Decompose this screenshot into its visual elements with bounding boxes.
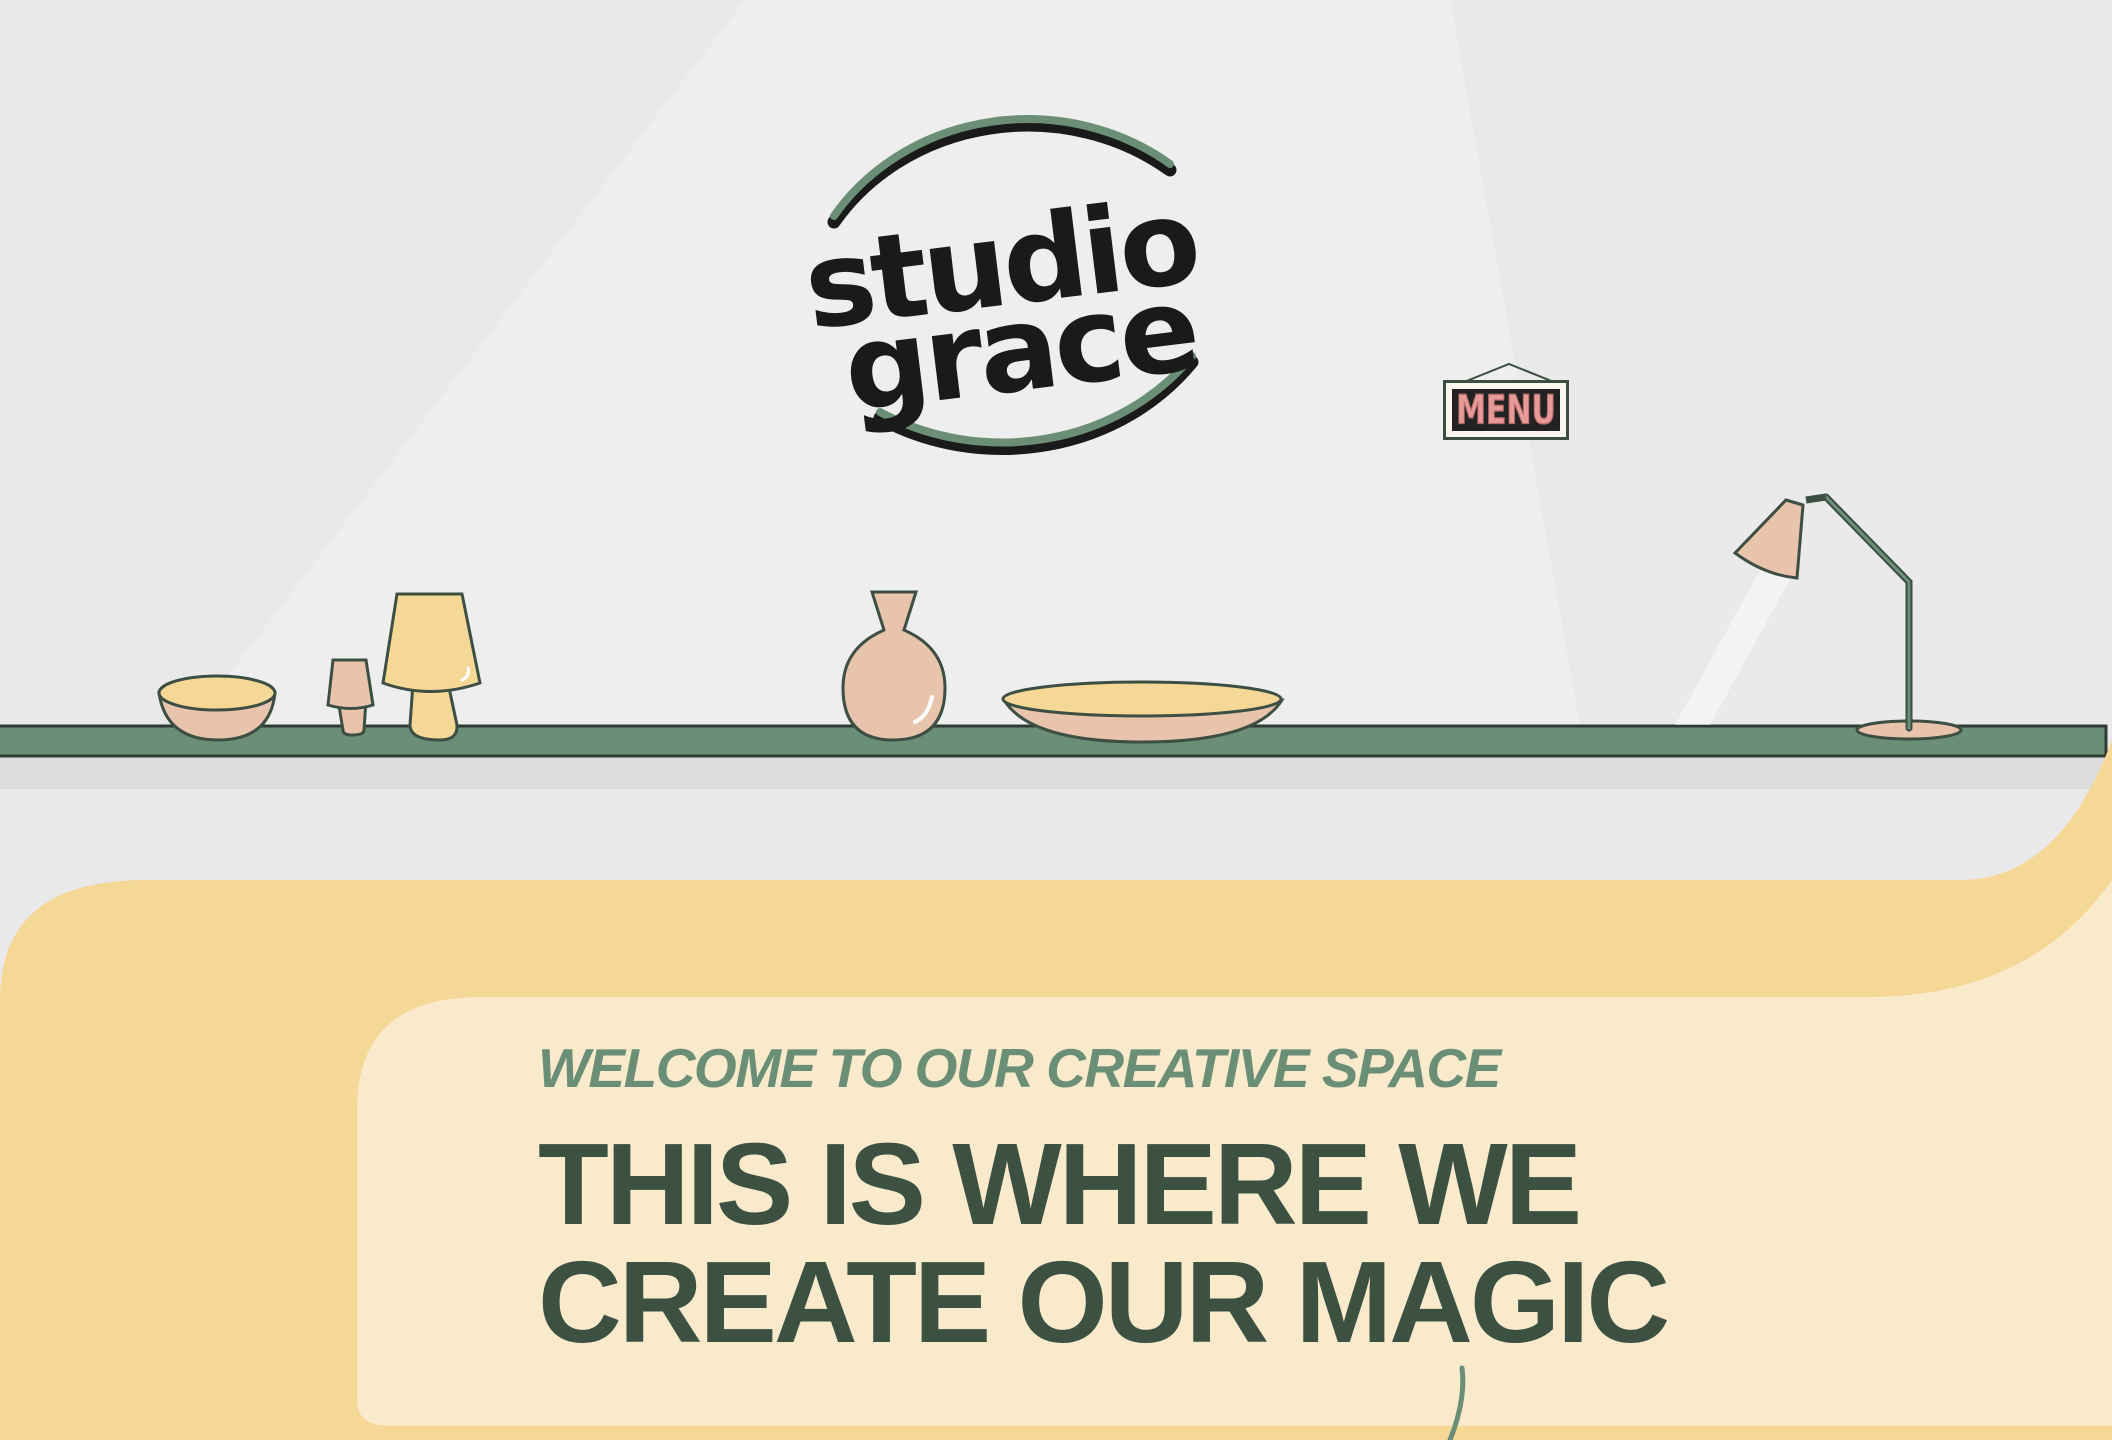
hero-headline: THIS IS WHERE WE CREATE OUR MAGIC xyxy=(538,1125,1798,1361)
menu-button[interactable]: MENU xyxy=(1440,360,1578,450)
menu-panel: MENU xyxy=(1452,386,1560,435)
hero-eyebrow: WELCOME TO OUR CREATIVE SPACE xyxy=(538,1037,1501,1099)
headline-line-2: CREATE OUR MAGIC xyxy=(538,1237,1670,1367)
shelf-shadow xyxy=(0,757,2112,789)
menu-label: MENU xyxy=(1456,386,1557,435)
headline-line-1: THIS IS WHERE WE xyxy=(538,1119,1582,1249)
menu-frame: MENU xyxy=(1443,380,1569,440)
